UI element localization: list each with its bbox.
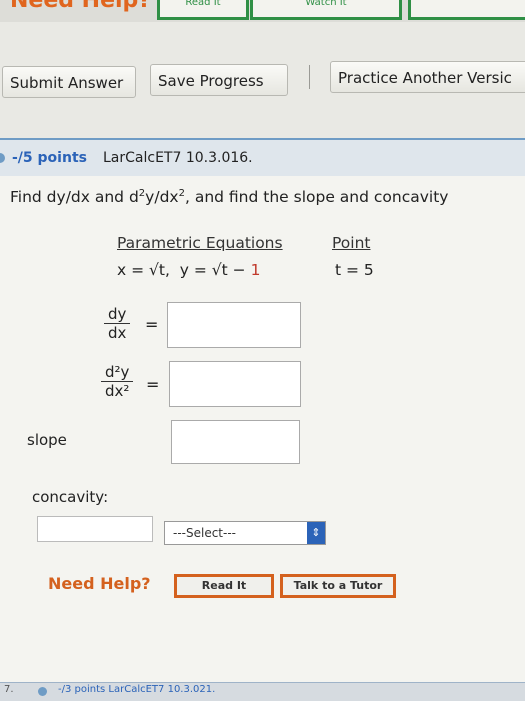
equations-line: x = √t, y = √t − 1 xyxy=(117,261,260,279)
top-read-it-label: Read It xyxy=(185,0,221,8)
d2ydx2-answer-input[interactable] xyxy=(169,361,301,407)
question-id: LarCalcET7 10.3.016. xyxy=(103,150,253,166)
concavity-answer-box[interactable] xyxy=(37,516,153,542)
dydx-numerator: dy xyxy=(104,305,131,324)
d2ydx2-equals: = xyxy=(146,375,160,394)
top-need-help-text: Need Help? xyxy=(10,0,152,13)
next-question-footer: 7. -/3 points LarCalcET7 10.3.021. xyxy=(0,682,525,701)
save-progress-button[interactable]: Save Progress xyxy=(150,64,288,96)
d2y-numerator: d²y xyxy=(101,363,134,382)
prompt-part-a: Find dy/dx and d xyxy=(10,188,139,207)
equation-y: y = √t − xyxy=(179,261,251,279)
top-watch-it-label: Watch It xyxy=(305,0,347,8)
next-question-status-icon xyxy=(38,687,47,696)
top-read-it-button[interactable]: Read It xyxy=(157,0,249,20)
concavity-select-value: ---Select--- xyxy=(173,526,236,540)
concavity-label: concavity: xyxy=(32,488,109,506)
parametric-equations-heading: Parametric Equations xyxy=(117,234,283,252)
toolbar-separator xyxy=(309,65,310,89)
submit-answer-button[interactable]: Submit Answer xyxy=(2,66,136,98)
equation-y-constant: 1 xyxy=(250,261,261,279)
top-master-it-button[interactable] xyxy=(408,0,525,20)
next-question-id[interactable]: -/3 points LarCalcET7 10.3.021. xyxy=(58,684,215,695)
read-it-button[interactable]: Read It xyxy=(174,574,274,598)
question-status-icon xyxy=(0,153,5,163)
point-text: t = 5 xyxy=(335,261,374,279)
equation-x: x = √t, xyxy=(117,261,170,279)
point-value: t = 5 xyxy=(335,261,374,279)
question-prompt: Find dy/dx and d2y/dx2, and find the slo… xyxy=(10,188,448,206)
slope-label: slope xyxy=(27,431,67,449)
question-points: -/5 points xyxy=(12,150,87,166)
d2ydx2-fraction: d²y dx² xyxy=(101,363,134,400)
prompt-part-c: , and find the slope and concavity xyxy=(184,188,449,207)
dydx-equals: = xyxy=(145,315,159,334)
dydx-denominator: dx xyxy=(108,324,127,342)
question-header: -/5 points LarCalcET7 10.3.016. xyxy=(0,138,525,176)
concavity-select[interactable]: ---Select--- ⇕ xyxy=(164,521,326,545)
talk-to-tutor-button[interactable]: Talk to a Tutor xyxy=(280,574,396,598)
practice-another-version-button[interactable]: Practice Another Versic xyxy=(330,61,525,93)
dydx-fraction: dy dx xyxy=(104,305,131,342)
select-arrows-icon: ⇕ xyxy=(307,522,325,544)
slope-answer-input[interactable] xyxy=(171,420,300,464)
top-watch-it-button[interactable]: Watch It xyxy=(250,0,402,20)
need-help-label: Need Help? xyxy=(48,574,151,593)
dydx-answer-input[interactable] xyxy=(167,302,301,348)
next-question-number: 7. xyxy=(4,684,14,695)
d2y-denominator: dx² xyxy=(105,382,130,400)
point-heading: Point xyxy=(332,234,371,252)
prompt-part-b: y/dx xyxy=(145,188,179,207)
